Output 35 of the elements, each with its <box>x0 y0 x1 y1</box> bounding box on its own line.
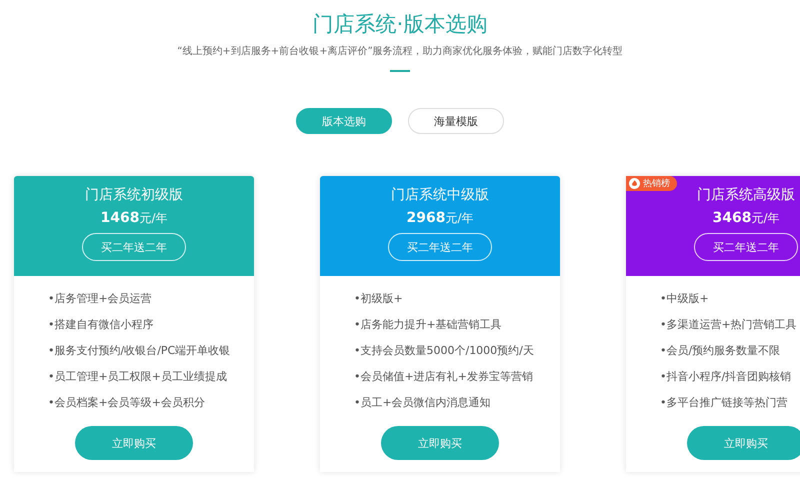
plan-price: 2968 <box>406 210 446 226</box>
buy-button[interactable]: 立即购买 <box>381 426 499 460</box>
feature-item: •多平台推广链接等热门营 <box>660 395 788 411</box>
feature-item: •初级版+ <box>354 291 403 307</box>
plan-name: 门店系统高级版 <box>697 186 795 204</box>
feature-item: •会员/预约服务数量不限 <box>660 343 780 359</box>
feature-item: •支持会员数量5000个/1000预约/天 <box>354 343 534 359</box>
plan-price: 3468 <box>712 210 752 226</box>
buy-button[interactable]: 立即购买 <box>75 426 193 460</box>
promo-button[interactable]: 买二年送二年 <box>82 233 186 261</box>
buy-button[interactable]: 立即购买 <box>687 426 800 460</box>
plan-name: 门店系统中级版 <box>391 186 489 204</box>
promo-button[interactable]: 买二年送二年 <box>694 233 798 261</box>
promo-button[interactable]: 买二年送二年 <box>388 233 492 261</box>
feature-item: •店务能力提升+基础营销工具 <box>354 317 502 333</box>
plan-name: 门店系统初级版 <box>85 186 183 204</box>
tab[interactable]: 海量模版 <box>408 108 504 134</box>
price-unit: 元/年 <box>751 211 780 225</box>
feature-item: •会员储值+进店有礼+发券宝等营销 <box>354 369 533 385</box>
page-title: 门店系统·版本选购 <box>312 11 488 38</box>
badge-label: 热销榜 <box>643 178 670 190</box>
feature-item: •多渠道运营+热门营销工具 <box>660 317 797 333</box>
feature-item: •抖音小程序/抖音团购核销 <box>660 369 792 385</box>
feature-item: •中级版+ <box>660 291 709 307</box>
feature-item: •店务管理+会员运营 <box>48 291 152 307</box>
price-unit: 元/年 <box>445 211 474 225</box>
feature-item: •员工+会员微信内消息通知 <box>354 395 491 411</box>
feature-item: •服务支付预约/收银台/PC端开单收银 <box>48 343 230 359</box>
feature-item: •会员档案+会员等级+会员积分 <box>48 395 205 411</box>
page-subtitle: “线上预约+到店服务+前台收银+离店评价”服务流程，助力商家优化服务体验，赋能门店数字化转型 <box>177 44 623 58</box>
price-unit: 元/年 <box>139 211 168 225</box>
plan-price: 1468 <box>100 210 140 226</box>
feature-item: •员工管理+员工权限+员工业绩提成 <box>48 369 227 385</box>
tab[interactable]: 版本选购 <box>296 108 392 134</box>
feature-item: •搭建自有微信小程序 <box>48 317 154 333</box>
